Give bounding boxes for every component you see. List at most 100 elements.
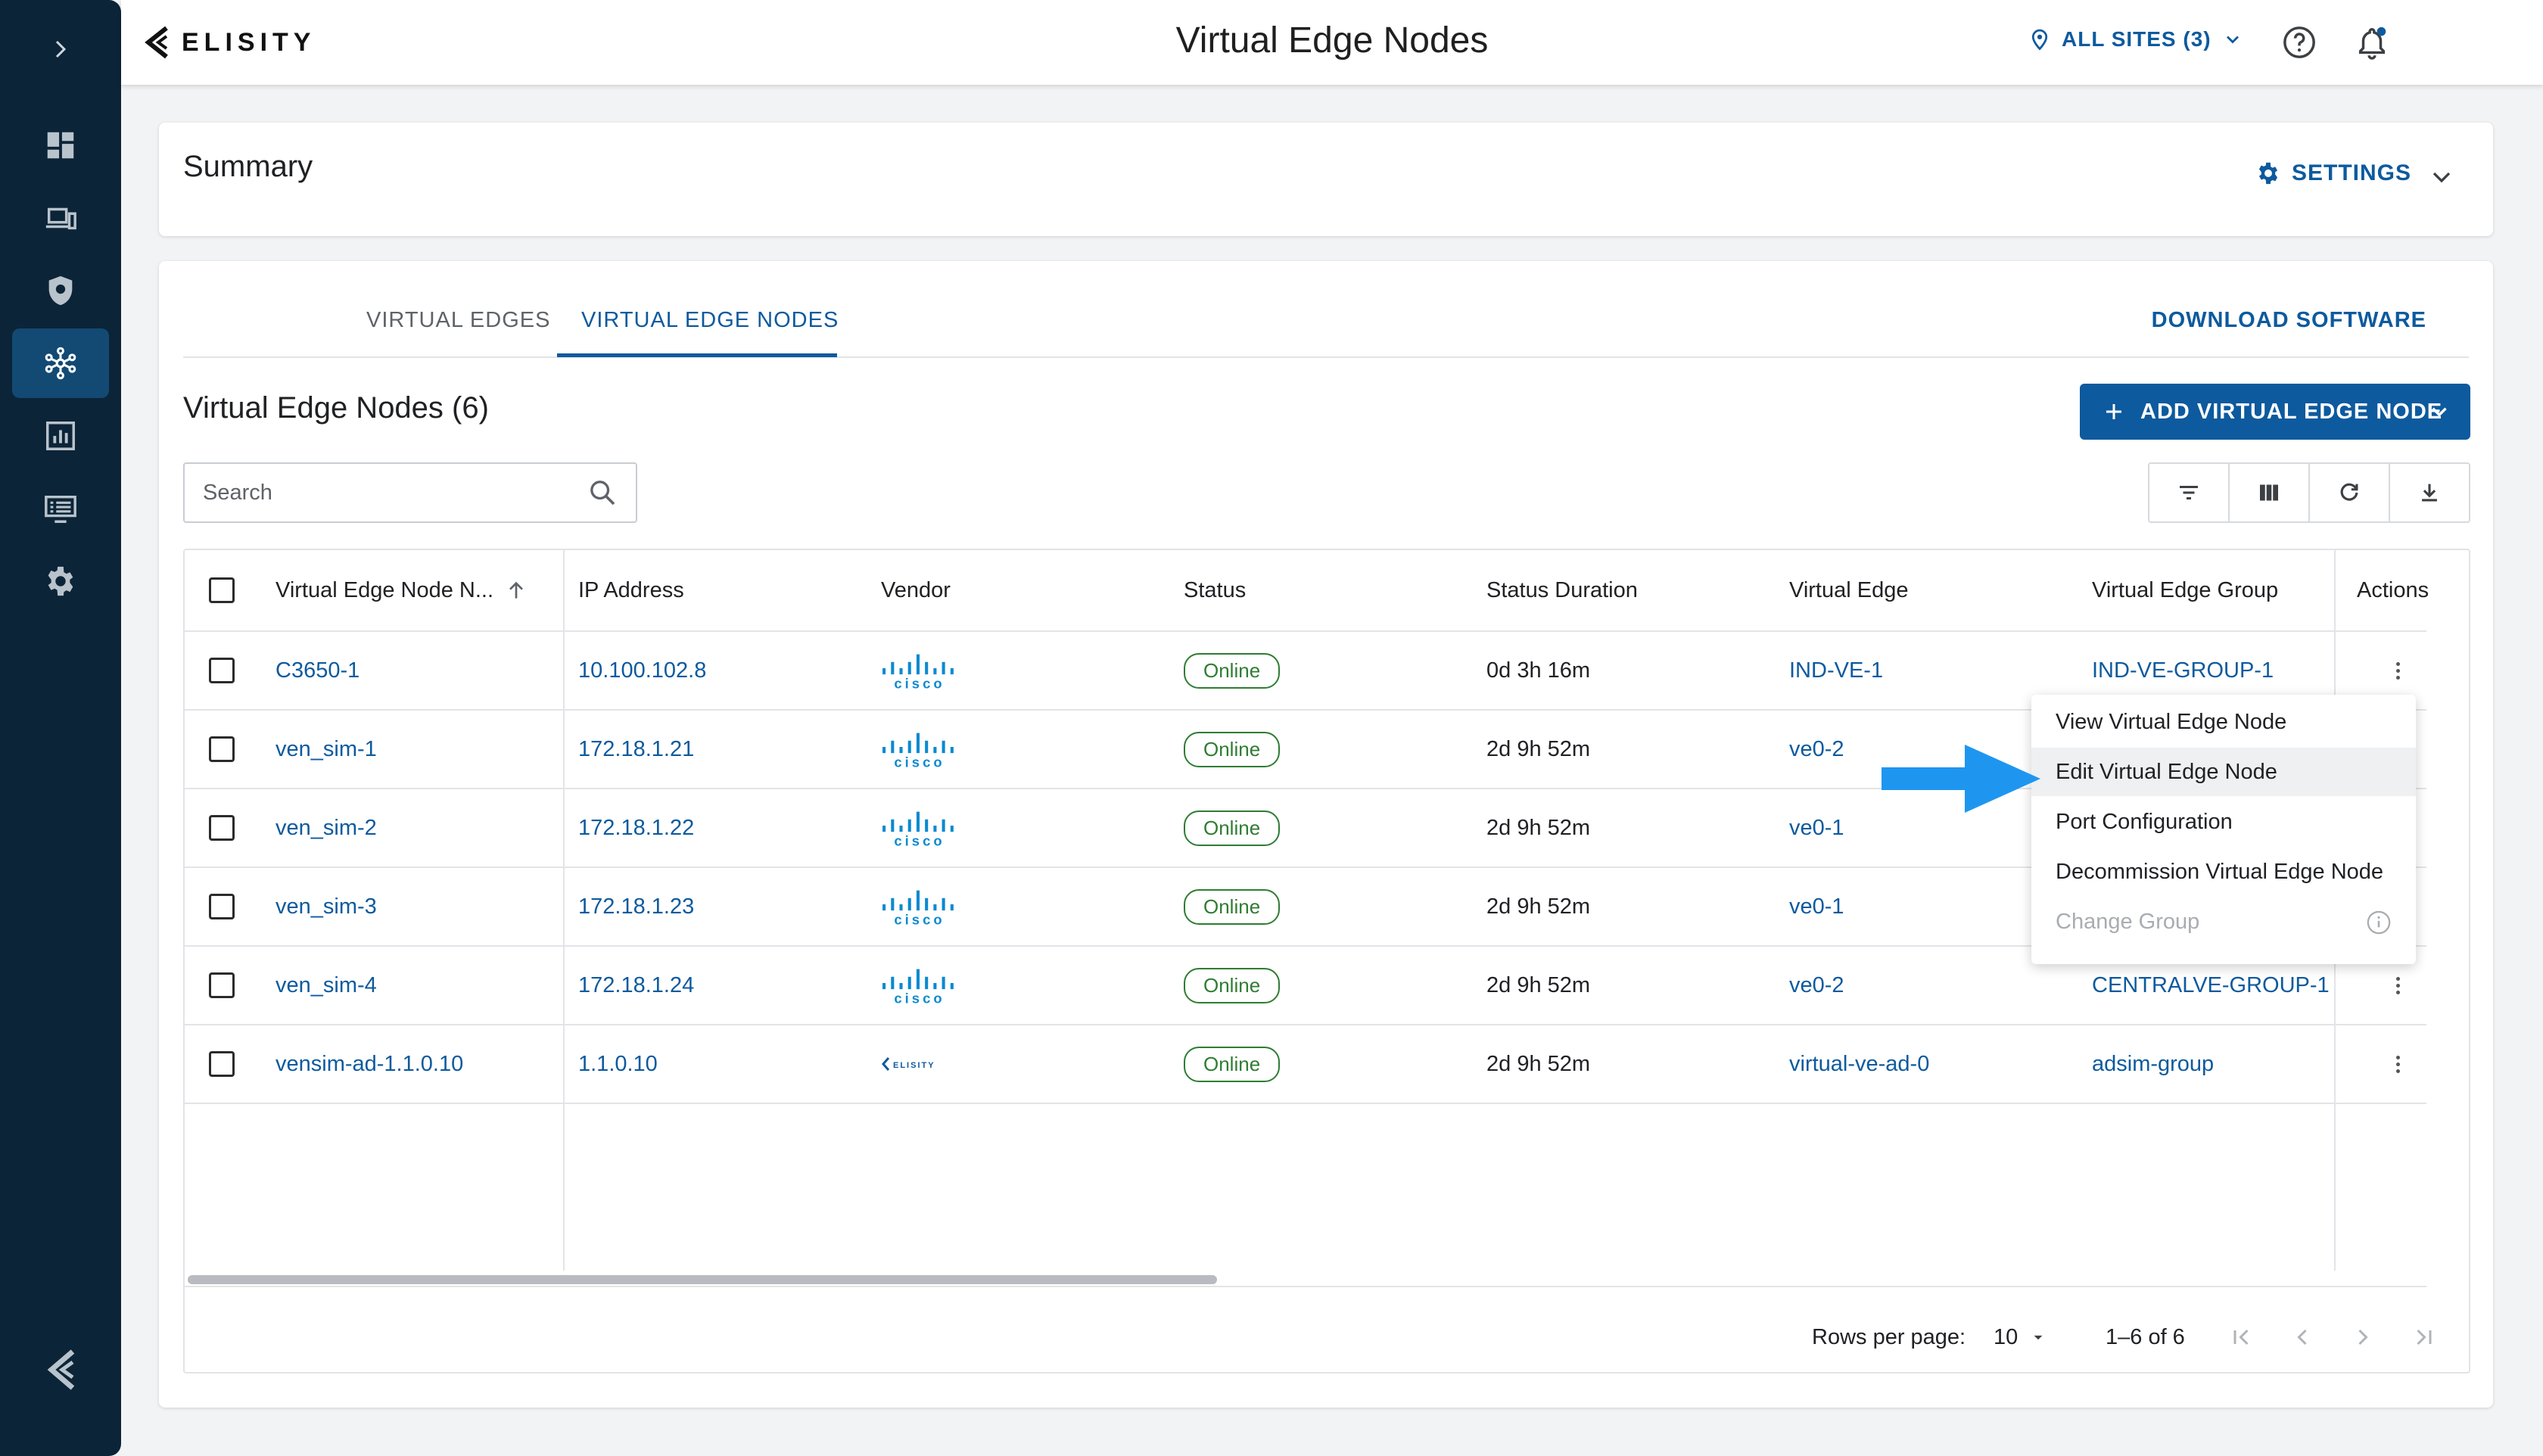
- search-field[interactable]: [183, 462, 637, 523]
- node-name-link[interactable]: ven_sim-4: [275, 947, 377, 1024]
- column-header-name[interactable]: Virtual Edge Node N...: [275, 550, 528, 630]
- status-badge: Online: [1184, 947, 1281, 1024]
- site-selector[interactable]: ALL SITES (3): [2028, 27, 2243, 51]
- virtual-edge-link[interactable]: ve0-1: [1789, 789, 1844, 866]
- settings-button[interactable]: SETTINGS: [2255, 160, 2411, 186]
- sites-label: ALL SITES (3): [2062, 27, 2212, 51]
- svg-text:cisco: cisco: [894, 832, 945, 848]
- active-tab-indicator: [557, 353, 837, 357]
- node-name-link[interactable]: C3650-1: [275, 632, 360, 709]
- cisco-logo-icon: cisco: [881, 632, 958, 709]
- node-name-link[interactable]: ven_sim-1: [275, 711, 377, 788]
- elisity-vendor-logo-icon: ELISITY: [881, 1025, 964, 1103]
- select-all-checkbox[interactable]: [209, 550, 235, 630]
- add-virtual-edge-node-button[interactable]: ADD VIRTUAL EDGE NODE: [2080, 384, 2470, 440]
- analytics-icon[interactable]: [12, 401, 109, 471]
- column-header-virtual-edge-group[interactable]: Virtual Edge Group: [2092, 550, 2278, 630]
- menu-item-decommission-virtual-edge-node[interactable]: Decommission Virtual Edge Node: [2031, 848, 2416, 896]
- network-icon[interactable]: [12, 328, 109, 398]
- shield-icon[interactable]: [12, 256, 109, 325]
- chevron-down-icon: [2226, 36, 2239, 44]
- sort-ascending-icon[interactable]: [504, 578, 528, 602]
- gear-icon: [2258, 162, 2278, 185]
- svg-text:cisco: cisco: [894, 675, 945, 690]
- menu-item-view-virtual-edge-node[interactable]: View Virtual Edge Node: [2031, 698, 2416, 746]
- cisco-logo-icon: cisco: [881, 947, 958, 1024]
- info-icon[interactable]: [2366, 910, 2392, 935]
- virtual-edge-link[interactable]: ve0-2: [1789, 711, 1844, 788]
- row-checkbox[interactable]: [209, 711, 235, 788]
- status-duration: 2d 9h 52m: [1486, 972, 1591, 997]
- cisco-logo-icon: cisco: [881, 868, 958, 945]
- download-icon: [2422, 484, 2437, 502]
- tab-virtual-edges[interactable]: VIRTUAL EDGES: [366, 308, 550, 333]
- row-checkbox[interactable]: [209, 789, 235, 866]
- virtual-edge-link[interactable]: ve0-2: [1789, 947, 1844, 1024]
- refresh-button[interactable]: [2310, 464, 2390, 521]
- summary-title: Summary: [183, 150, 313, 183]
- column-header-vendor[interactable]: Vendor: [881, 550, 951, 630]
- columns-button[interactable]: [2230, 464, 2310, 521]
- node-name-link[interactable]: ven_sim-2: [275, 789, 377, 866]
- status-badge: Online: [1184, 632, 1281, 709]
- status-badge: Online: [1184, 711, 1281, 788]
- dashboard-icon[interactable]: [12, 110, 109, 180]
- tab-virtual-edge-nodes[interactable]: VIRTUAL EDGE NODES: [581, 308, 839, 333]
- horizontal-scrollbar-thumb[interactable]: [188, 1275, 1217, 1284]
- columns-icon: [2260, 484, 2278, 501]
- ip-address-link[interactable]: 1.1.0.10: [578, 1025, 658, 1103]
- expand-summary-icon[interactable]: [2426, 162, 2457, 192]
- annotation-arrow-icon: [1882, 745, 2040, 813]
- expand-sidebar-icon[interactable]: [49, 38, 72, 61]
- virtual-edge-group-link[interactable]: adsim-group: [2092, 1025, 2214, 1103]
- table-row[interactable]: vensim-ad-1.1.0.10 1.1.0.10 ELISITY Onli…: [185, 1025, 2426, 1104]
- row-checkbox[interactable]: [209, 1025, 235, 1103]
- filter-button[interactable]: [2149, 464, 2230, 521]
- plus-icon: [2106, 404, 2121, 419]
- help-icon[interactable]: [2278, 21, 2320, 64]
- column-header-ip[interactable]: IP Address: [578, 550, 684, 630]
- column-header-status-duration[interactable]: Status Duration: [1486, 550, 1638, 630]
- svg-text:cisco: cisco: [894, 754, 945, 769]
- search-icon: [590, 481, 615, 506]
- caret-down-icon: [2034, 1335, 2043, 1340]
- download-software-link[interactable]: DOWNLOAD SOFTWARE: [2152, 308, 2426, 333]
- status-badge: Online: [1184, 789, 1281, 866]
- menu-item-edit-virtual-edge-node[interactable]: Edit Virtual Edge Node: [2031, 748, 2416, 796]
- row-actions-menu-icon[interactable]: [2396, 1025, 2401, 1103]
- next-page-icon[interactable]: [2349, 1307, 2376, 1367]
- search-input[interactable]: [203, 481, 566, 506]
- list-title: Virtual Edge Nodes (6): [183, 391, 489, 425]
- node-name-link[interactable]: ven_sim-3: [275, 868, 377, 945]
- status-duration: 2d 9h 52m: [1486, 894, 1591, 919]
- ip-address-link[interactable]: 172.18.1.22: [578, 789, 694, 866]
- status-duration: 0d 3h 16m: [1486, 658, 1591, 683]
- ip-address-link[interactable]: 10.100.102.8: [578, 632, 706, 709]
- notifications-bell-icon[interactable]: [2351, 21, 2393, 64]
- ip-address-link[interactable]: 172.18.1.24: [578, 947, 694, 1024]
- menu-item-port-configuration[interactable]: Port Configuration: [2031, 798, 2416, 846]
- virtual-edge-link[interactable]: IND-VE-1: [1789, 632, 1883, 709]
- status-duration: 2d 9h 52m: [1486, 815, 1591, 840]
- row-checkbox[interactable]: [209, 632, 235, 709]
- node-name-link[interactable]: vensim-ad-1.1.0.10: [275, 1025, 463, 1103]
- gear-icon[interactable]: [12, 546, 109, 616]
- virtual-edge-link[interactable]: virtual-ve-ad-0: [1789, 1025, 1929, 1103]
- virtual-edge-link[interactable]: ve0-1: [1789, 868, 1844, 945]
- svg-text:cisco: cisco: [894, 911, 945, 926]
- export-button[interactable]: [2390, 464, 2469, 521]
- previous-page-icon[interactable]: [2289, 1307, 2316, 1367]
- row-checkbox[interactable]: [209, 947, 235, 1024]
- ip-address-link[interactable]: 172.18.1.23: [578, 868, 694, 945]
- column-header-virtual-edge[interactable]: Virtual Edge: [1789, 550, 1908, 630]
- column-header-status[interactable]: Status: [1184, 550, 1246, 630]
- rows-per-page-select[interactable]: 10: [1994, 1307, 2048, 1367]
- last-page-icon[interactable]: [2410, 1307, 2437, 1367]
- logs-icon[interactable]: [12, 474, 109, 543]
- first-page-icon[interactable]: [2228, 1307, 2255, 1367]
- row-checkbox[interactable]: [209, 868, 235, 945]
- ip-address-link[interactable]: 172.18.1.21: [578, 711, 694, 788]
- filter-icon: [2180, 486, 2198, 499]
- devices-icon[interactable]: [12, 183, 109, 253]
- row-actions-context-menu: View Virtual Edge Node Edit Virtual Edge…: [2031, 695, 2416, 964]
